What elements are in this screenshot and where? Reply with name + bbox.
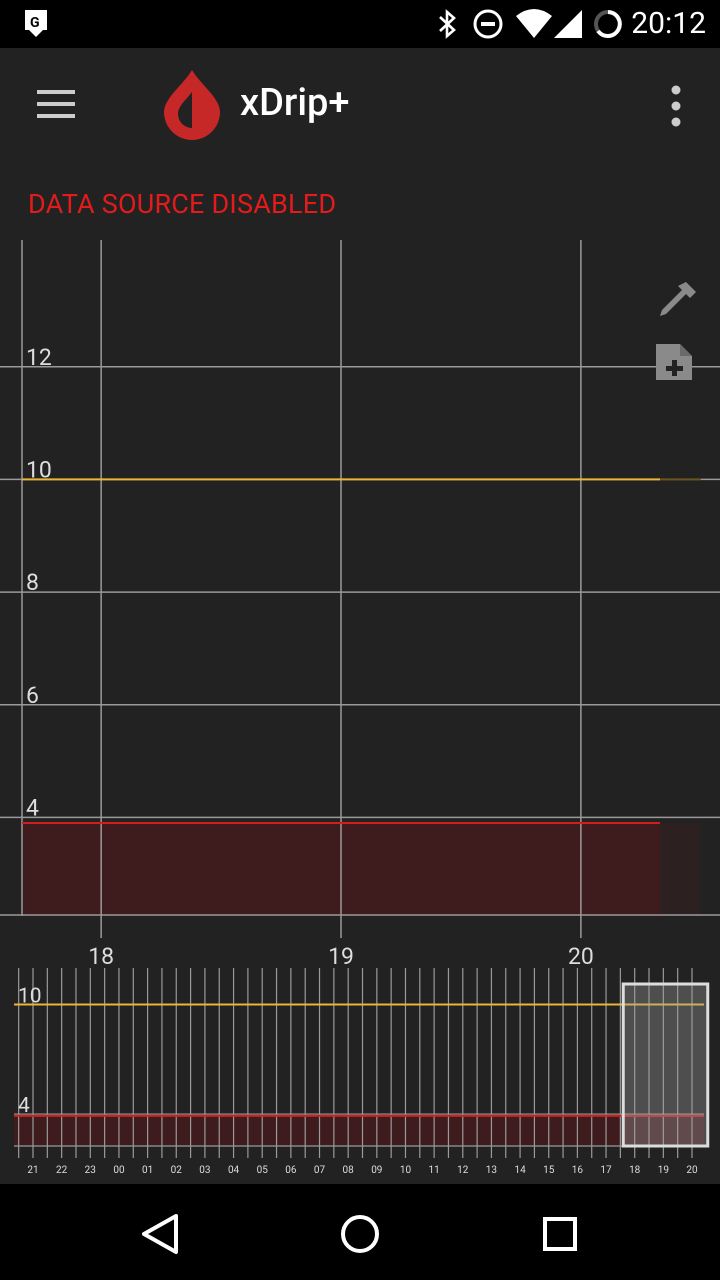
- signal-icon: [554, 10, 582, 38]
- data-source-status: DATA SOURCE DISABLED: [28, 188, 337, 220]
- eyedropper-icon[interactable]: [652, 276, 702, 326]
- preview-x-tick-label: 08: [343, 1165, 355, 1176]
- recents-square-icon[interactable]: [530, 1204, 590, 1264]
- preview-low-range-area: [14, 1115, 704, 1146]
- low-range-area-future: [660, 823, 701, 916]
- preview-x-tick-label: 10: [400, 1165, 412, 1176]
- preview-x-tick-label: 23: [85, 1165, 96, 1176]
- hamburger-menu-icon[interactable]: [20, 70, 92, 138]
- preview-x-tick-label: 18: [629, 1165, 641, 1176]
- y-tick-label: 12: [26, 344, 52, 371]
- x-tick-label: 20: [568, 943, 594, 970]
- preview-x-tick-label: 05: [257, 1165, 269, 1176]
- svg-text:G: G: [30, 15, 40, 31]
- preview-x-tick-label: 00: [113, 1165, 125, 1176]
- navigation-bar: [0, 1184, 720, 1280]
- preview-x-tick-label: 13: [486, 1165, 497, 1176]
- preview-x-tick-label: 14: [514, 1165, 526, 1176]
- home-circle-icon[interactable]: [330, 1204, 390, 1264]
- preview-chart[interactable]: 21 22 23 00 01 02 03 04 05 06 07 08 09 10 11 12 13 14 15 16…: [0, 968, 720, 1180]
- more-vert-icon[interactable]: [654, 78, 698, 134]
- preview-x-tick-label: 15: [543, 1165, 555, 1176]
- preview-x-tick-label: 12: [457, 1165, 469, 1176]
- preview-x-tick-label: 03: [199, 1165, 210, 1176]
- status-bar: G 20:12: [0, 0, 720, 48]
- preview-x-tick-label: 11: [429, 1165, 440, 1176]
- do-not-disturb-icon: [473, 9, 503, 39]
- preview-x-tick-label: 20: [686, 1165, 698, 1176]
- bluetooth-icon: [439, 9, 456, 39]
- wifi-icon: [516, 9, 552, 38]
- preview-x-tick-label: 09: [371, 1165, 382, 1176]
- back-triangle-icon[interactable]: [130, 1204, 190, 1264]
- status-clock: 20:12: [631, 6, 706, 41]
- y-tick-label: 6: [26, 682, 39, 709]
- preview-x-tick-label: 21: [27, 1165, 38, 1176]
- preview-x-tick-label: 19: [658, 1165, 669, 1176]
- preview-x-tick-label: 07: [314, 1165, 326, 1176]
- preview-x-tick-label: 06: [285, 1165, 297, 1176]
- preview-x-tick-label: 22: [56, 1165, 68, 1176]
- preview-x-tick-label: 04: [228, 1165, 240, 1176]
- blood-drop-logo: [164, 70, 220, 140]
- x-tick-label: 19: [328, 943, 354, 970]
- preview-x-tick-label: 02: [171, 1165, 183, 1176]
- add-note-icon[interactable]: [650, 336, 700, 386]
- app-toolbar: xDrip+: [0, 48, 720, 160]
- preview-x-tick-label: 01: [142, 1165, 153, 1176]
- preview-x-tick-label: 16: [572, 1165, 584, 1176]
- preview-y-tick-label: 4: [18, 1094, 30, 1118]
- y-tick-label: 8: [26, 569, 39, 596]
- maps-notification-icon: G: [25, 10, 47, 37]
- battery-icon: [594, 10, 622, 38]
- y-tick-label: 4: [26, 794, 39, 821]
- preview-viewport-selector[interactable]: [621, 982, 710, 1148]
- glucose-chart[interactable]: 468101218 19 20: [0, 240, 720, 970]
- x-tick-label: 18: [88, 943, 114, 970]
- app-title: xDrip+: [240, 81, 350, 125]
- preview-x-tick-label: 17: [600, 1165, 612, 1176]
